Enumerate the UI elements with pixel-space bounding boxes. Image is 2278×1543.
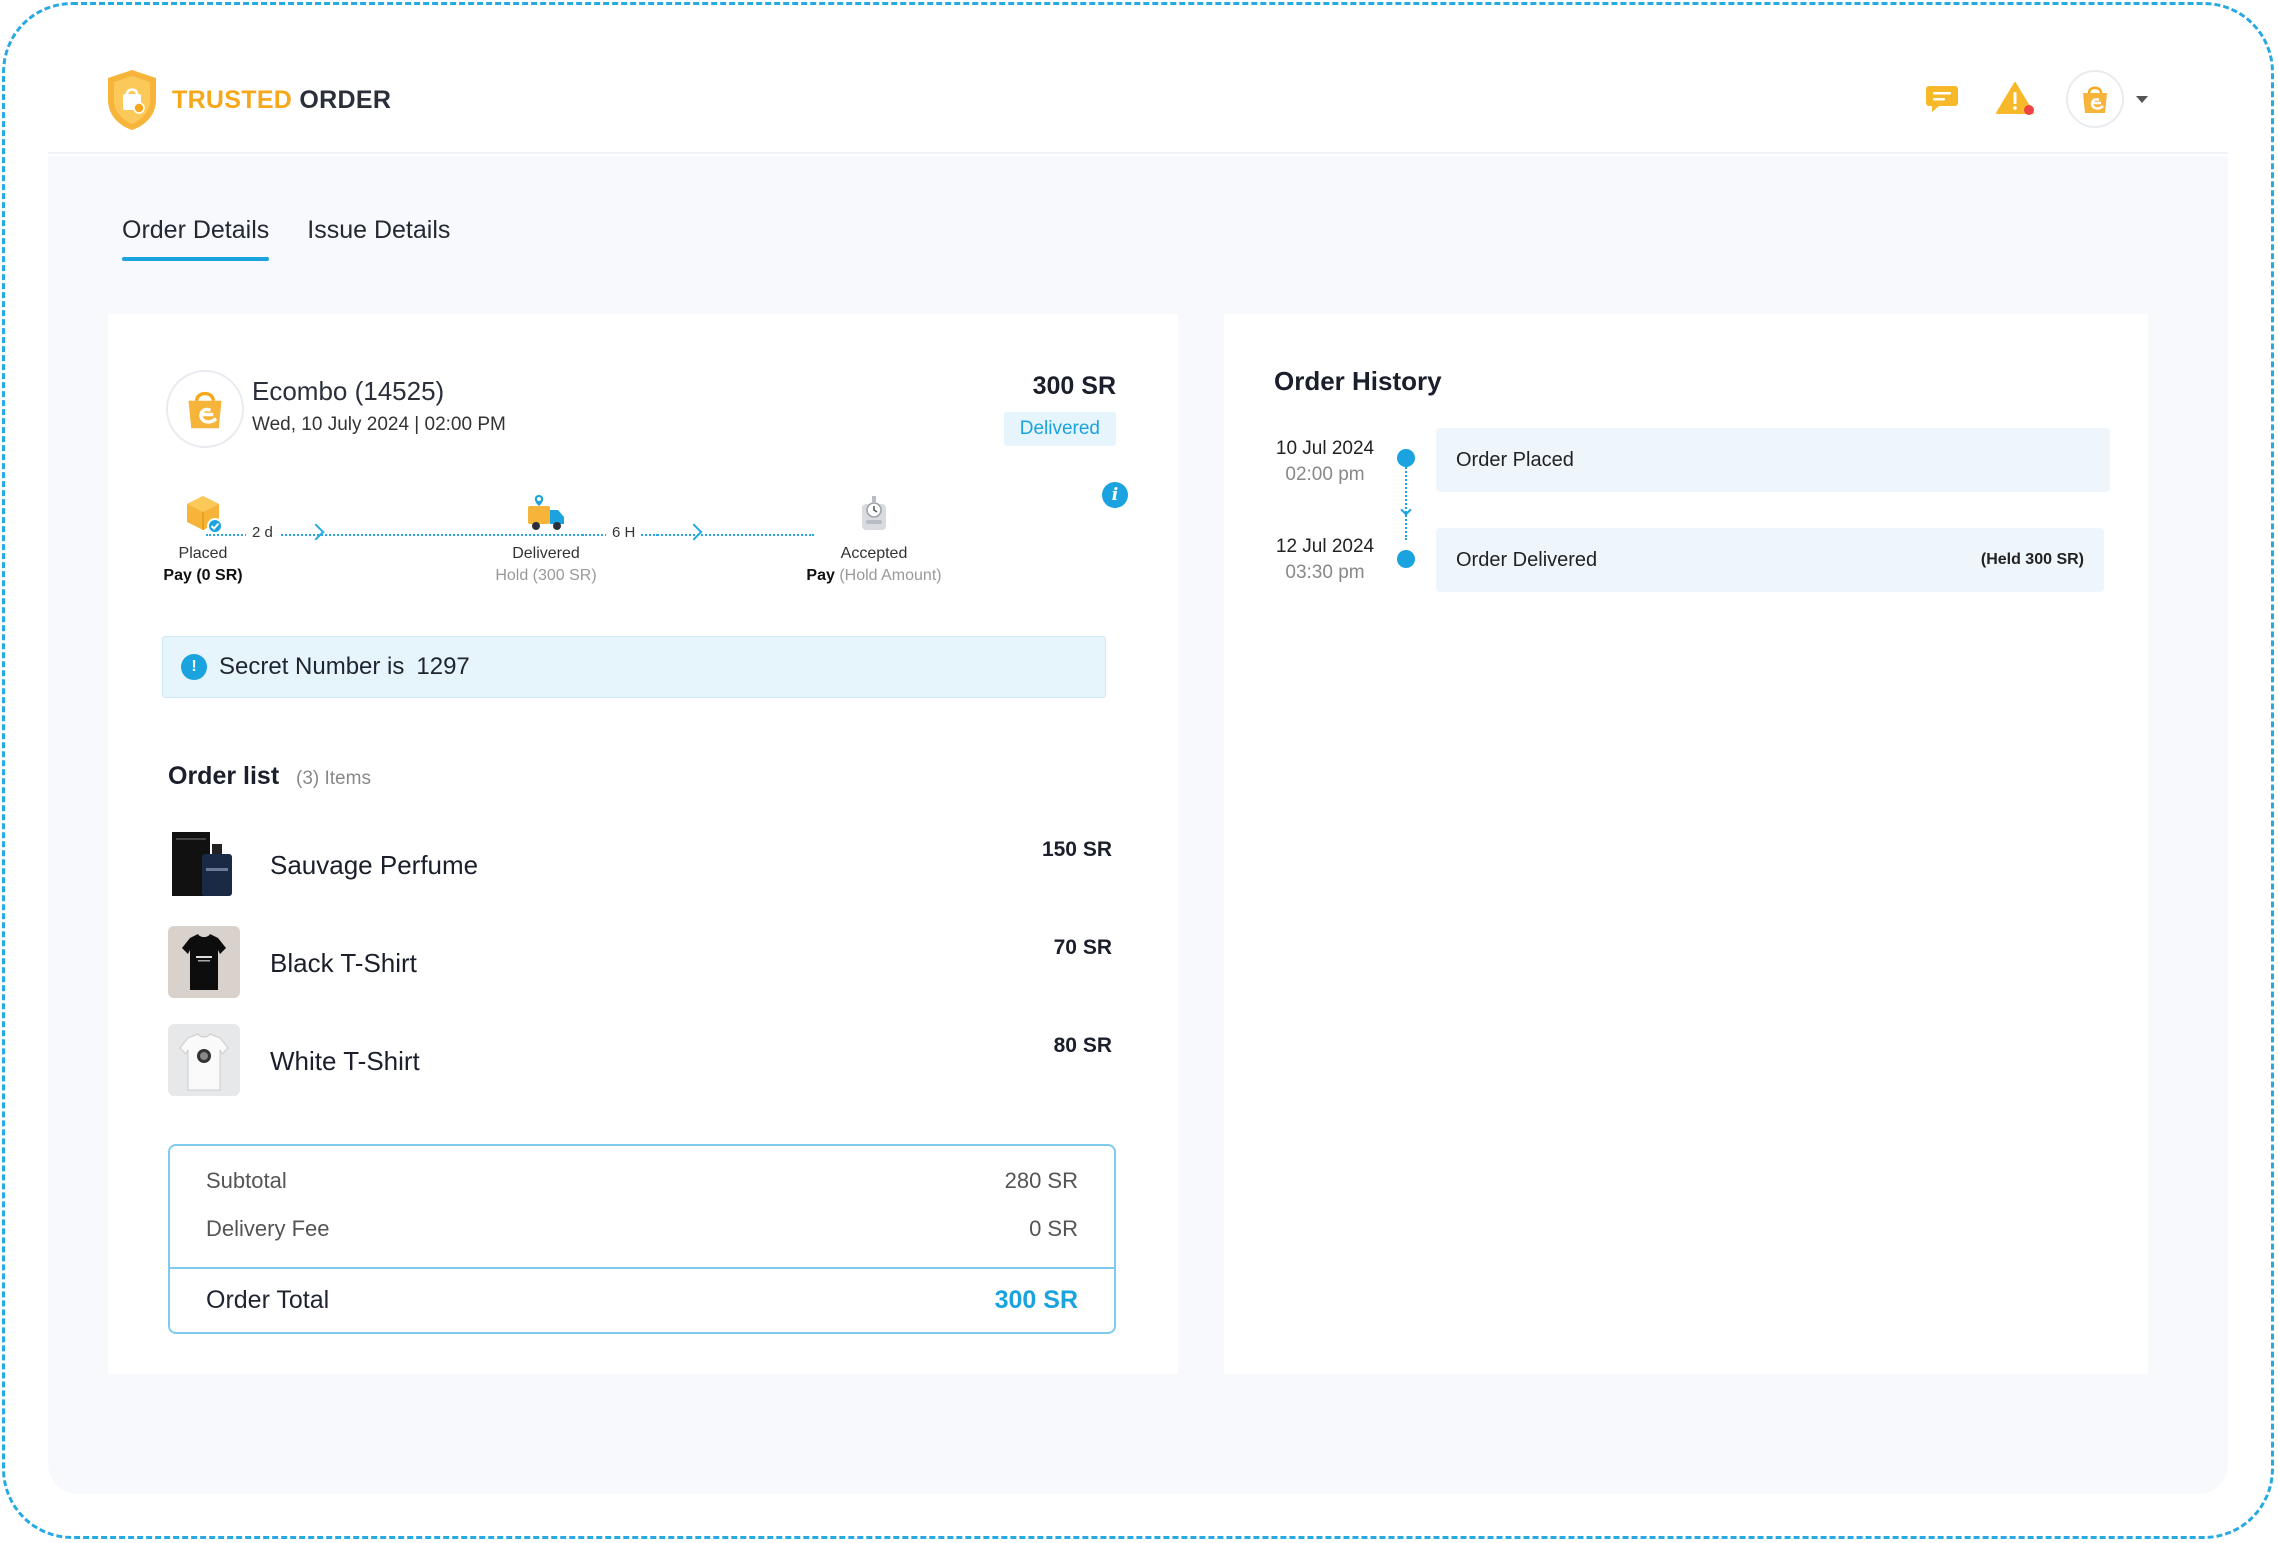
box-check-icon xyxy=(187,496,223,534)
info-icon[interactable]: i xyxy=(1102,482,1128,508)
secret-label: Secret Number is xyxy=(219,653,405,680)
step-accepted: Accepted Pay (Hold Amount) xyxy=(794,492,954,585)
history-date: 10 Jul 2024 xyxy=(1275,438,1375,459)
order-total-label: Order Total xyxy=(206,1286,330,1314)
subtotal-label: Subtotal xyxy=(206,1168,287,1193)
history-event-note: (Held 300 SR) xyxy=(1980,551,2084,568)
logo-word-trusted: TRUSTED xyxy=(172,85,293,114)
step-label: Placed xyxy=(178,545,228,562)
history-time: 03:30 pm xyxy=(1285,562,1365,583)
tab-bar: Order Details Issue Details xyxy=(122,216,488,261)
history-event: Order Placed xyxy=(1436,428,2110,492)
step-label: Accepted xyxy=(840,545,908,562)
chat-button[interactable] xyxy=(1920,77,1964,121)
order-total-amount: 300 SR xyxy=(1032,372,1116,400)
alert-icon xyxy=(1996,82,2034,115)
item-name: White T-Shirt xyxy=(270,1046,420,1076)
order-history-card: Order History 10 Jul 2024 02:00 pm Order… xyxy=(1224,314,2148,1374)
chat-icon xyxy=(1926,86,1958,112)
order-history-title: Order History xyxy=(1274,366,1442,396)
alert-button[interactable] xyxy=(1994,77,2038,121)
tab-order-details[interactable]: Order Details xyxy=(122,216,270,261)
order-list-count: (3) Items xyxy=(296,768,371,789)
header-actions xyxy=(1890,70,2148,128)
delivery-truck-icon xyxy=(528,495,564,530)
timeline-dot xyxy=(1397,550,1415,568)
history-date: 12 Jul 2024 xyxy=(1275,536,1375,557)
delivery-fee-value: 0 SR xyxy=(1029,1216,1078,1241)
top-header: TRUSTED ORDER xyxy=(48,42,2228,154)
secret-number-banner: ! Secret Number is 1297 xyxy=(162,636,1106,698)
order-list-title: Order list xyxy=(168,762,280,790)
product-image xyxy=(168,1024,240,1096)
logo-word-order: ORDER xyxy=(299,85,392,114)
step-sub: Hold (300 SR) xyxy=(495,567,597,584)
chevron-down-icon[interactable] xyxy=(2136,95,2148,103)
delivery-fee-row: Delivery Fee 0 SR xyxy=(206,1216,1078,1242)
tab-issue-details[interactable]: Issue Details xyxy=(307,216,450,261)
duration-label: 2 d xyxy=(246,524,279,541)
delivery-fee-label: Delivery Fee xyxy=(206,1216,330,1241)
robot-icon xyxy=(862,496,886,530)
history-event-label: Order Placed xyxy=(1456,448,1574,471)
item-name: Black T-Shirt xyxy=(270,948,417,978)
chevron-down-icon xyxy=(1400,504,1412,516)
history-event: Order Delivered (Held 300 SR) xyxy=(1436,528,2104,592)
order-total-row: Order Total 300 SR xyxy=(206,1286,1078,1315)
avatar[interactable] xyxy=(2066,70,2124,128)
store-avatar xyxy=(166,370,244,448)
order-progress-tracker: 2 d 6 H Placed Pay (0 SR) Delivered Hold… xyxy=(158,492,1118,592)
history-time: 02:00 pm xyxy=(1285,464,1365,485)
black-tshirt-image-icon xyxy=(168,926,240,998)
info-circle-icon: ! xyxy=(181,654,207,680)
product-image xyxy=(168,926,240,998)
history-event-label: Order Delivered xyxy=(1456,548,1598,571)
store-logo-icon xyxy=(2083,86,2107,113)
subtotal-value: 280 SR xyxy=(1004,1168,1078,1193)
shield-logo-icon xyxy=(108,70,156,130)
step-sub-bold: Pay xyxy=(163,567,192,584)
item-name: Sauvage Perfume xyxy=(270,850,479,880)
order-date: Wed, 10 July 2024 | 02:00 PM xyxy=(252,414,506,435)
step-label: Delivered xyxy=(512,545,580,562)
divider xyxy=(170,1267,1114,1269)
list-item[interactable]: Black T-Shirt 70 SR xyxy=(168,926,1112,1000)
step-delivered: Delivered Hold (300 SR) xyxy=(486,492,606,585)
main-content: Order Details Issue Details Ecombo (1452… xyxy=(48,156,2228,1494)
order-summary: Subtotal 280 SR Delivery Fee 0 SR Order … xyxy=(168,1144,1116,1334)
chevron-right-icon xyxy=(307,523,325,541)
secret-number: 1297 xyxy=(416,653,470,680)
store-logo-icon xyxy=(188,391,222,429)
perfume-image-icon xyxy=(168,828,240,900)
order-details-card: Ecombo (14525) Wed, 10 July 2024 | 02:00… xyxy=(108,314,1178,1374)
step-sub: (0 SR) xyxy=(196,567,243,584)
subtotal-row: Subtotal 280 SR xyxy=(206,1168,1078,1194)
timeline-connector xyxy=(1405,464,1407,540)
list-item[interactable]: Sauvage Perfume 150 SR xyxy=(168,828,1112,902)
chevron-right-icon xyxy=(685,523,703,541)
product-image xyxy=(168,828,240,900)
white-tshirt-image-icon xyxy=(168,1024,240,1096)
step-sub-bold: Pay xyxy=(806,567,835,584)
step-placed: Placed Pay (0 SR) xyxy=(158,492,248,585)
item-price: 150 SR xyxy=(1041,838,1112,861)
item-price: 70 SR xyxy=(1053,936,1112,959)
duration-label: 6 H xyxy=(606,524,642,541)
item-price: 80 SR xyxy=(1053,1034,1112,1057)
list-item[interactable]: White T-Shirt 80 SR xyxy=(168,1024,1112,1098)
logo[interactable]: TRUSTED ORDER xyxy=(104,68,391,132)
status-badge: Delivered xyxy=(1003,412,1116,446)
step-sub: (Hold Amount) xyxy=(839,567,942,584)
store-name: Ecombo (14525) xyxy=(252,376,445,406)
order-total-value: 300 SR xyxy=(994,1286,1078,1314)
